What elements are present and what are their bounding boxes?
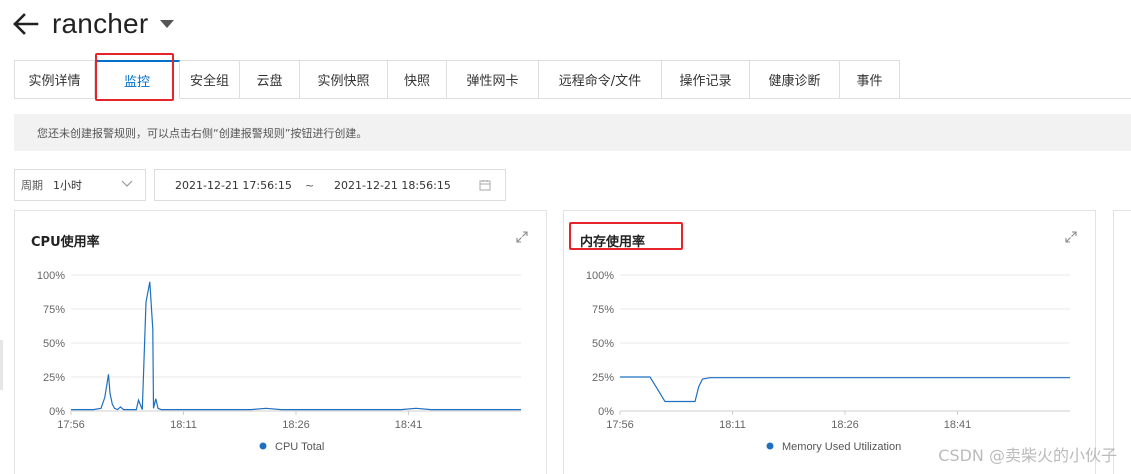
- calendar-icon: [479, 179, 491, 194]
- x-tick-label: 18:41: [395, 419, 423, 431]
- y-tick-label: 25%: [592, 372, 614, 384]
- legend-label: Memory Used Utilization: [782, 441, 901, 453]
- period-label: 周期: [21, 179, 43, 192]
- cpu-chart: 0% 25% 50% 75% 100% 17:56 18:11 18:26 18:41 CPU T…: [37, 270, 521, 453]
- tab-security-group[interactable]: 安全组: [180, 60, 240, 99]
- tab-operation-log[interactable]: 操作记录: [662, 60, 750, 99]
- tab-cloud-disk[interactable]: 云盘: [240, 60, 300, 99]
- x-tick-label: 18:11: [170, 419, 197, 431]
- x-tick-label: 17:56: [57, 419, 85, 431]
- x-tick-label: 17:56: [606, 419, 634, 431]
- y-tick-label: 50%: [592, 338, 614, 350]
- caret-down-icon[interactable]: [156, 13, 178, 35]
- back-arrow-icon[interactable]: [12, 10, 40, 38]
- x-tick-label: 18:41: [944, 419, 972, 431]
- x-tick-label: 18:26: [831, 419, 859, 431]
- period-select[interactable]: 周期 1小时: [14, 169, 146, 201]
- legend-marker: [766, 442, 774, 450]
- y-tick-label: 0%: [598, 406, 614, 418]
- instance-title: rancher: [52, 8, 149, 39]
- page-header: rancher: [12, 6, 178, 42]
- date-start: 2021-12-21 17:56:15: [175, 178, 292, 192]
- y-tick-label: 25%: [43, 372, 65, 384]
- y-tick-label: 75%: [592, 304, 614, 316]
- x-tick-label: 18:26: [282, 419, 310, 431]
- y-tick-label: 100%: [586, 270, 614, 282]
- tab-instance-snapshot[interactable]: 实例快照: [300, 60, 388, 99]
- y-tick-label: 100%: [37, 270, 65, 282]
- tab-health-diagnosis[interactable]: 健康诊断: [750, 60, 840, 99]
- y-tick-label: 0%: [49, 406, 65, 418]
- legend-label: CPU Total: [275, 441, 324, 453]
- series-line: [620, 376, 1070, 403]
- date-range-picker[interactable]: 2021-12-21 17:56:15 ~ 2021-12-21 18:56:1…: [154, 169, 506, 201]
- tab-monitoring[interactable]: 监控: [95, 60, 180, 99]
- tab-events[interactable]: 事件: [840, 60, 900, 99]
- period-value: 1小时: [53, 179, 82, 192]
- tab-snapshot[interactable]: 快照: [388, 60, 447, 99]
- tab-bar: 实例详情 监控 安全组 云盘 实例快照 快照 弹性网卡 远程命令/文件 操作记录…: [14, 60, 1131, 99]
- memory-chart-card: 内存使用率 0% 25% 50% 75% 100% 17:56 18:11 18:26 18:4…: [563, 210, 1096, 474]
- tab-elastic-nic[interactable]: 弹性网卡: [447, 60, 539, 99]
- y-tick-label: 75%: [43, 304, 65, 316]
- legend-marker: [259, 442, 267, 450]
- alert-notice: 您还未创建报警规则，可以点击右侧“创建报警规则”按钮进行创建。: [14, 114, 1131, 151]
- side-panel-handle[interactable]: [0, 340, 3, 390]
- y-tick-label: 50%: [43, 338, 65, 350]
- chevron-down-icon: [121, 179, 133, 192]
- date-end: 2021-12-21 18:56:15: [334, 178, 451, 192]
- tab-instance-details[interactable]: 实例详情: [14, 60, 95, 99]
- x-tick-label: 18:11: [719, 419, 746, 431]
- series-line: [71, 281, 521, 411]
- alert-notice-text: 您还未创建报警规则，可以点击右侧“创建报警规则”按钮进行创建。: [37, 126, 368, 140]
- date-separator: ~: [305, 178, 315, 192]
- tab-remote-command[interactable]: 远程命令/文件: [539, 60, 662, 99]
- next-chart-card: [1113, 210, 1131, 474]
- memory-chart: 0% 25% 50% 75% 100% 17:56 18:11 18:26 18:41 Memor…: [586, 270, 1070, 453]
- cpu-chart-card: CPU使用率 0% 25% 50% 75% 100% 17:56 18:11 18:26 18:…: [14, 210, 547, 474]
- watermark: CSDN @卖柴火的小伙子: [938, 446, 1117, 465]
